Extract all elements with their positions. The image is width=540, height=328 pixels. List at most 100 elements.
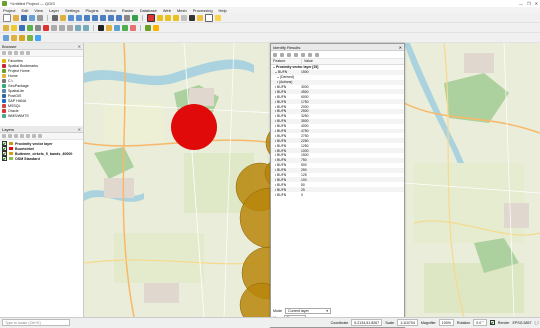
menu-view[interactable]: View bbox=[34, 8, 43, 13]
print-icon[interactable] bbox=[301, 52, 305, 57]
menu-web[interactable]: Web bbox=[163, 8, 171, 13]
filter-icon[interactable] bbox=[14, 51, 18, 55]
menu-plugins[interactable]: Plugins bbox=[85, 8, 98, 13]
collapsed-arrow-icon[interactable] bbox=[275, 110, 276, 113]
add-raster-icon[interactable] bbox=[27, 34, 33, 41]
collapsed-arrow-icon[interactable] bbox=[275, 149, 276, 152]
diagram-icon[interactable] bbox=[122, 24, 128, 31]
layer-styling-icon[interactable] bbox=[2, 134, 6, 138]
collapsed-arrow-icon[interactable] bbox=[275, 130, 276, 133]
manage-themes-icon[interactable] bbox=[14, 134, 18, 138]
print-layout-icon[interactable] bbox=[37, 14, 43, 21]
open-project-icon[interactable] bbox=[13, 14, 19, 21]
layer-visibility-checkbox[interactable] bbox=[2, 156, 7, 161]
collapsed-arrow-icon[interactable] bbox=[275, 90, 276, 93]
collapsed-arrow-icon[interactable] bbox=[275, 105, 276, 108]
paste-icon[interactable] bbox=[67, 24, 73, 31]
maximize-button[interactable]: ❐ bbox=[527, 1, 531, 6]
measure-icon[interactable] bbox=[197, 14, 203, 21]
zoom-selection-icon[interactable] bbox=[100, 14, 106, 21]
collapsed-arrow-icon[interactable] bbox=[275, 100, 276, 103]
settings-icon[interactable] bbox=[315, 52, 319, 57]
new-shapefile-icon[interactable] bbox=[19, 34, 25, 41]
zoom-in-icon[interactable] bbox=[68, 14, 74, 21]
copy-icon[interactable] bbox=[59, 24, 65, 31]
layer-buffer-rings[interactable]: Buitenen_cirkels_5_bands_40000 bbox=[2, 151, 83, 156]
scale-field[interactable]: 1:110704 bbox=[397, 319, 418, 326]
menu-layer[interactable]: Layer bbox=[49, 8, 59, 13]
close-icon[interactable]: ✕ bbox=[78, 127, 83, 132]
label-tool-icon[interactable] bbox=[98, 24, 104, 31]
zoom-layer-icon[interactable] bbox=[92, 14, 98, 21]
refresh-icon[interactable] bbox=[8, 51, 12, 55]
change-label-icon[interactable] bbox=[130, 24, 136, 31]
copy-feature-icon[interactable] bbox=[294, 52, 298, 57]
zoom-last-icon[interactable] bbox=[108, 14, 114, 21]
expanded-arrow-icon[interactable] bbox=[273, 67, 275, 69]
collapsed-arrow-icon[interactable] bbox=[275, 95, 276, 98]
save-project-icon[interactable] bbox=[21, 14, 27, 21]
collapsed-arrow-icon[interactable] bbox=[275, 159, 276, 162]
identify-row[interactable]: BUFN 0 bbox=[271, 192, 404, 197]
collapse-all-icon[interactable] bbox=[20, 51, 24, 55]
select-features-icon[interactable] bbox=[157, 14, 163, 21]
add-delimited-text-icon[interactable] bbox=[35, 34, 41, 41]
remove-layer-icon[interactable] bbox=[38, 134, 42, 138]
refresh-icon[interactable] bbox=[132, 14, 138, 21]
rotation-field[interactable]: 0.0 ° bbox=[473, 319, 487, 326]
zoom-next-icon[interactable] bbox=[116, 14, 122, 21]
collapsed-arrow-icon[interactable] bbox=[275, 178, 276, 181]
browser-item-wms[interactable]: WMS/WMTS bbox=[2, 113, 83, 118]
label-rotate-icon[interactable] bbox=[114, 24, 120, 31]
magnifier-field[interactable]: 100% bbox=[438, 319, 454, 326]
redo-icon[interactable] bbox=[83, 24, 89, 31]
collapsed-arrow-icon[interactable] bbox=[275, 154, 276, 157]
undo-icon[interactable] bbox=[75, 24, 81, 31]
coordinate-field[interactable]: 5.2134,51.8267 bbox=[351, 319, 383, 326]
identify-features-icon[interactable] bbox=[147, 13, 155, 22]
field-calculator-icon[interactable] bbox=[181, 14, 187, 21]
collapse-all-icon[interactable] bbox=[32, 134, 36, 138]
zoom-out-icon[interactable] bbox=[76, 14, 82, 21]
expanded-arrow-icon[interactable] bbox=[277, 77, 279, 79]
expand-all-icon[interactable] bbox=[26, 134, 30, 138]
collapsed-arrow-icon[interactable] bbox=[275, 164, 276, 167]
collapsed-arrow-icon[interactable] bbox=[275, 188, 276, 191]
data-source-manager-icon[interactable] bbox=[3, 34, 9, 41]
identify-mode-icon[interactable] bbox=[308, 52, 312, 57]
vertex-tool-icon[interactable] bbox=[35, 24, 41, 31]
map-tips-icon[interactable] bbox=[215, 14, 221, 21]
menu-help[interactable]: Help bbox=[219, 8, 227, 13]
annotation-icon[interactable] bbox=[205, 13, 213, 22]
collapsed-arrow-icon[interactable] bbox=[275, 174, 276, 177]
collapsed-arrow-icon[interactable] bbox=[275, 183, 276, 186]
collapse-tree-icon[interactable] bbox=[280, 52, 284, 57]
menu-project[interactable]: Project bbox=[3, 8, 15, 13]
menu-database[interactable]: Database bbox=[140, 8, 157, 13]
new-map-view-icon[interactable] bbox=[124, 14, 130, 21]
close-icon[interactable]: ✕ bbox=[399, 45, 402, 50]
menu-edit[interactable]: Edit bbox=[21, 8, 28, 13]
label-pin-icon[interactable] bbox=[106, 24, 112, 31]
cut-icon[interactable] bbox=[51, 24, 57, 31]
new-project-icon[interactable] bbox=[3, 13, 11, 22]
collapsed-arrow-icon[interactable] bbox=[275, 120, 276, 123]
expanded-arrow-icon[interactable] bbox=[275, 72, 277, 74]
collapsed-arrow-icon[interactable] bbox=[275, 86, 276, 88]
mode-select[interactable]: Current layer ▾ bbox=[285, 308, 331, 314]
menu-vector[interactable]: Vector bbox=[105, 8, 116, 13]
messages-icon[interactable]: 💬 bbox=[535, 321, 540, 325]
layer-osm-standard[interactable]: OSM Standard bbox=[2, 156, 83, 161]
python-console-icon[interactable] bbox=[145, 24, 151, 31]
add-group-icon[interactable] bbox=[8, 134, 12, 138]
deselect-icon[interactable] bbox=[173, 14, 179, 21]
new-geopackage-icon[interactable] bbox=[11, 34, 17, 41]
crs-button[interactable]: EPSG:3857 bbox=[513, 321, 532, 325]
minimize-button[interactable]: — bbox=[519, 1, 523, 6]
collapsed-arrow-icon[interactable] bbox=[275, 144, 276, 147]
properties-icon[interactable] bbox=[26, 51, 30, 55]
filter-legend-icon[interactable] bbox=[20, 134, 24, 138]
close-button[interactable]: ✕ bbox=[535, 1, 538, 6]
clear-results-icon[interactable] bbox=[287, 52, 291, 57]
collapsed-arrow-icon[interactable] bbox=[275, 115, 276, 118]
